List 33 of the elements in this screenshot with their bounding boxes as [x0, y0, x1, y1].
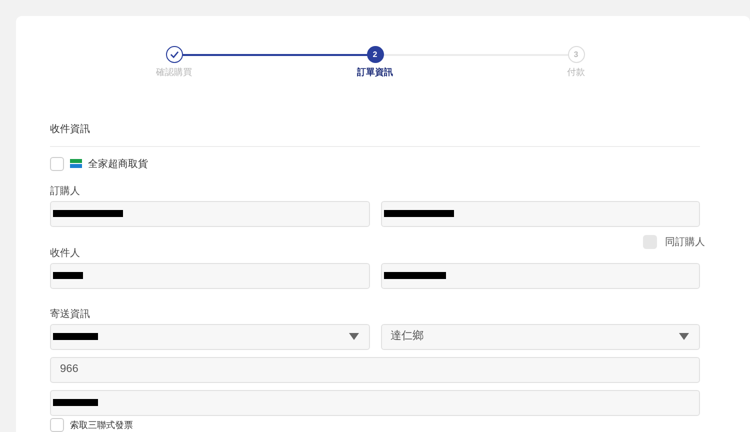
- input-field[interactable]: [380, 262, 700, 288]
- caret-icon: [348, 333, 358, 340]
- store-logo-icon: [70, 158, 82, 170]
- step-label: 付款: [567, 66, 585, 79]
- select-field[interactable]: [50, 324, 370, 350]
- redaction-mark: [53, 210, 123, 217]
- redaction-mark: [384, 272, 446, 279]
- step-indicator: 2: [366, 46, 384, 63]
- input-field[interactable]: [50, 262, 370, 288]
- input-field[interactable]: 966: [50, 356, 700, 382]
- recipient-label: 收件人: [50, 246, 80, 260]
- step-indicator: 3: [568, 46, 584, 63]
- shipping-label: 寄送資訊: [50, 308, 90, 322]
- pickup-option-label: 全家超商取貨: [88, 158, 148, 172]
- checkbox[interactable]: [50, 157, 64, 171]
- redaction-mark: [53, 333, 98, 340]
- redaction-mark: [53, 272, 83, 279]
- section-title: 收件資訊: [50, 124, 90, 134]
- invoice-option-label: 索取三聯式發票: [70, 420, 133, 430]
- checkbox[interactable]: [50, 418, 64, 432]
- step-label: 確認購買: [156, 66, 192, 79]
- select-field[interactable]: 達仁鄉: [380, 324, 700, 350]
- buyer-label: 訂購人: [50, 184, 80, 198]
- redaction-mark: [384, 210, 454, 217]
- caret-icon: [679, 333, 689, 340]
- input-field[interactable]: [50, 200, 370, 226]
- input-field[interactable]: [380, 200, 700, 226]
- redaction-mark: [53, 399, 98, 406]
- same-as-buyer-label: 同訂購人: [665, 236, 705, 250]
- checkbox[interactable]: [643, 235, 657, 249]
- input-field[interactable]: [50, 390, 700, 416]
- step-label: 訂單資訊: [357, 66, 393, 79]
- checkmark-icon: [170, 50, 178, 59]
